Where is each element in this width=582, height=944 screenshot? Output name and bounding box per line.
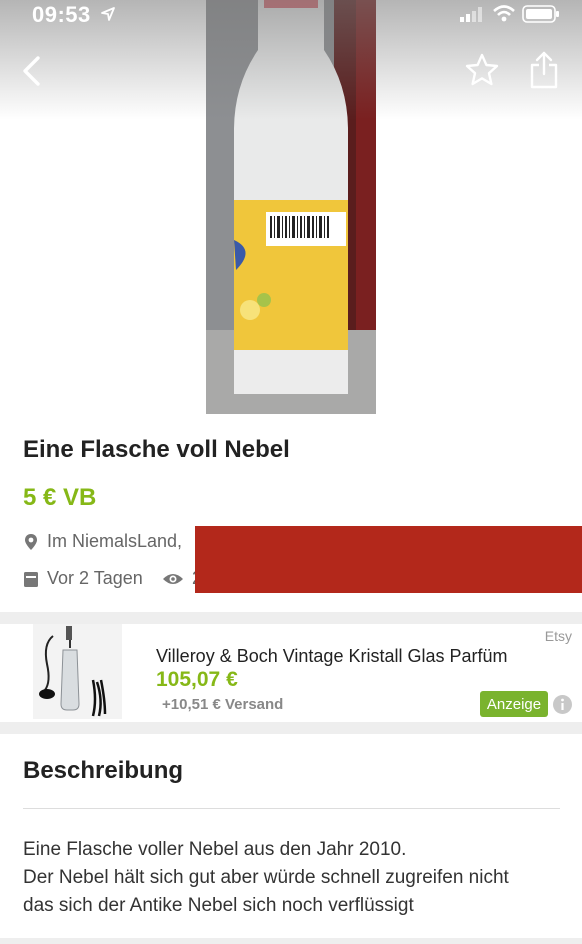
- listing-price: 5 € VB: [23, 484, 97, 511]
- cellular-signal-icon: [460, 7, 482, 22]
- listing-date: Vor 2 Tagen: [23, 568, 143, 589]
- description-line: das sich der Antike Nebel sich noch verf…: [23, 895, 414, 916]
- location-text: Im NiemalsLand,: [47, 531, 183, 551]
- redaction-block: [195, 526, 582, 593]
- favorite-star-icon[interactable]: [464, 52, 500, 88]
- location-arrow-icon: [101, 7, 115, 21]
- battery-icon: [522, 5, 559, 23]
- eye-icon: [163, 573, 183, 584]
- ad-badge: Anzeige: [480, 691, 548, 717]
- status-time: 09:53: [32, 2, 91, 27]
- ad-shipping: +10,51 € Versand: [162, 696, 284, 713]
- share-icon[interactable]: [528, 50, 560, 90]
- ad-title[interactable]: Villeroy & Boch Vintage Kristall Glas Pa…: [156, 646, 508, 667]
- description-line: Eine Flasche voller Nebel aus den Jahr 2…: [23, 839, 407, 860]
- section-divider: [0, 612, 582, 624]
- sponsored-ad[interactable]: Etsy Villeroy & Boch Vintage Kristall Gl…: [0, 624, 582, 722]
- wifi-icon: [493, 5, 515, 22]
- description-divider: [23, 808, 560, 809]
- ad-source: Etsy: [544, 628, 572, 644]
- ad-price: 105,07 €: [156, 668, 238, 691]
- section-divider: [0, 722, 582, 734]
- description-text: Eine Flasche voller Nebel aus den Jahr 2…: [23, 836, 568, 920]
- description-line: Der Nebel hält sich gut aber würde schne…: [23, 867, 509, 888]
- section-divider: [0, 938, 582, 944]
- info-icon[interactable]: [553, 695, 572, 714]
- listing-title: Eine Flasche voll Nebel: [23, 436, 290, 463]
- description-heading: Beschreibung: [23, 757, 184, 784]
- posted-text: Vor 2 Tagen: [47, 568, 143, 588]
- calendar-icon: [24, 571, 38, 587]
- back-chevron-icon[interactable]: [18, 54, 48, 88]
- perfume-bottle-photo: [33, 624, 122, 719]
- location-pin-icon: [25, 533, 37, 550]
- listing-location[interactable]: Im NiemalsLand,: [23, 531, 182, 552]
- ad-product-image[interactable]: [33, 624, 122, 719]
- status-bar: 09:53: [0, 0, 582, 28]
